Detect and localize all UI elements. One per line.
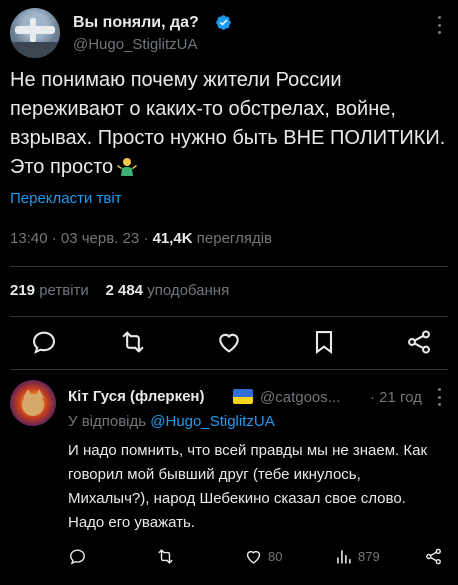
reply-tweet[interactable]: Кіт Гуся (флеркен) @catgoos... · 21 год … [10, 380, 450, 580]
retweet-button[interactable] [156, 546, 175, 566]
retweet-icon [158, 548, 173, 564]
person-shrugging-emoji-icon [117, 158, 138, 176]
tweet-time[interactable]: 13:40 [10, 230, 48, 247]
more-options-icon[interactable] [430, 14, 448, 36]
retweets-count[interactable]: 219 [10, 282, 35, 299]
divider [10, 266, 448, 267]
like-icon [246, 550, 261, 564]
like-button[interactable]: 80 [244, 546, 282, 566]
ukraine-flag-icon [233, 389, 253, 404]
reply-to-line: У відповідь @Hugo_StiglitzUA [68, 413, 275, 430]
tweet-actions [10, 328, 448, 364]
reply-icon [70, 548, 85, 565]
reply-time[interactable]: · 21 год [370, 389, 422, 406]
reply-button[interactable] [68, 546, 87, 566]
divider [10, 369, 448, 370]
retweets-label[interactable]: ретвіти [39, 282, 89, 299]
reply-text: И надо помнить, что всей правды мы не зн… [68, 442, 428, 531]
views-icon [337, 549, 351, 564]
share-icon[interactable] [405, 328, 433, 356]
views-label: переглядів [196, 230, 273, 247]
tweet-stats: 219 ретвіти 2 484 уподобання [10, 282, 229, 299]
views-count: 41,4K [152, 230, 193, 247]
like-count: 80 [268, 548, 283, 564]
reply-author-name[interactable]: Кіт Гуся (флеркен) [68, 388, 205, 405]
reply-author-handle[interactable]: @catgoos... [260, 389, 340, 406]
reply-to-prefix: У відповідь [68, 413, 147, 430]
retweet-icon[interactable] [119, 328, 147, 356]
bookmark-icon[interactable] [310, 328, 338, 356]
verified-badge-icon [216, 15, 231, 30]
avatar[interactable] [10, 8, 60, 58]
more-options-icon[interactable] [434, 388, 444, 406]
tweet-date[interactable]: 03 черв. 23 [61, 230, 139, 247]
likes-count[interactable]: 2 484 [105, 282, 143, 299]
tweet-text: Не понимаю почему жители России пережива… [10, 66, 450, 182]
divider [10, 316, 448, 317]
author-name[interactable]: Вы поняли, да? [73, 14, 199, 32]
reply-icon[interactable] [30, 328, 58, 356]
reply-actions: 80 879 [68, 546, 450, 568]
views-count: 879 [358, 548, 380, 564]
likes-label[interactable]: уподобання [147, 282, 229, 299]
author-handle[interactable]: @Hugo_StiglitzUA [73, 36, 197, 53]
tweet-meta: 13:40 · 03 черв. 23 · 41,4K переглядів [10, 230, 273, 247]
share-icon [426, 548, 441, 564]
share-button[interactable] [424, 546, 443, 566]
translate-tweet-link[interactable]: Перекласти твіт [10, 190, 122, 207]
reply-to-handle[interactable]: @Hugo_StiglitzUA [150, 413, 274, 430]
views-button[interactable]: 879 [334, 546, 380, 566]
like-icon[interactable] [215, 328, 243, 356]
tweet-header: Вы поняли, да? @Hugo_StiglitzUA [10, 6, 450, 58]
tweet-body: Не понимаю почему жители России пережива… [10, 69, 446, 178]
avatar[interactable] [10, 380, 56, 426]
